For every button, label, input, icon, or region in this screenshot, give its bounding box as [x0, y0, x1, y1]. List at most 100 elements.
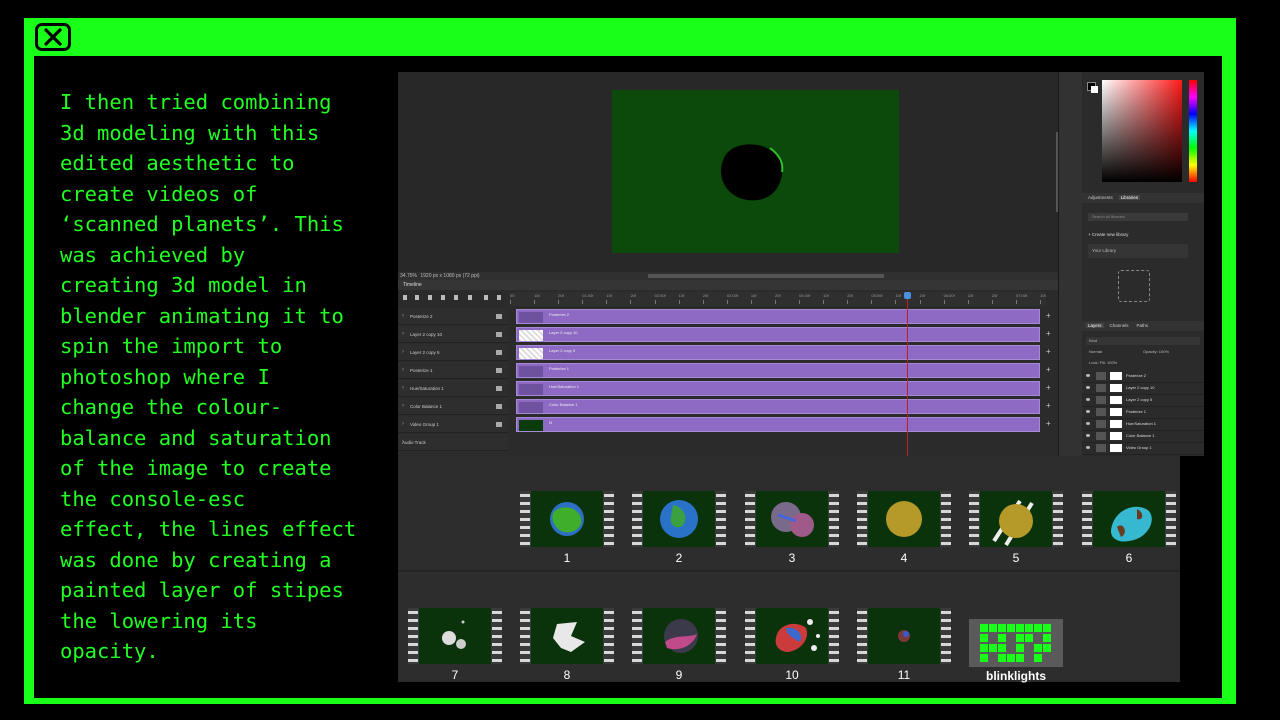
video-thumbnail-7[interactable] — [408, 608, 502, 664]
library-illustration-icon — [1118, 270, 1150, 302]
add-media-icon[interactable]: + — [1046, 420, 1051, 428]
video-thumbnail-3[interactable] — [745, 491, 839, 547]
add-media-icon[interactable]: + — [1046, 330, 1051, 338]
track-label[interactable]: Layer 2 copy 5 — [398, 344, 508, 361]
video-thumbnail-label: 2 — [675, 551, 683, 565]
create-library-link[interactable]: + Create new library — [1088, 232, 1128, 237]
track-label[interactable]: Posterize 2 — [398, 308, 508, 325]
video-thumbnail-label: 10 — [785, 668, 799, 682]
canvas-area — [398, 72, 1058, 272]
light-cell — [989, 624, 997, 632]
clip-thumbnail — [519, 402, 543, 413]
playhead-handle[interactable] — [904, 292, 911, 299]
ruler-tick: 10f — [606, 293, 612, 304]
time-ruler[interactable]: 00 10f 20f 01:00f 10f 20f 02:00f 10f 20f 03:00f 10… — [510, 292, 1046, 306]
layer-filter[interactable]: Kind — [1086, 337, 1200, 345]
playhead[interactable] — [907, 292, 908, 456]
video-thumbnail-8[interactable] — [520, 608, 614, 664]
film-strip-left — [857, 608, 867, 664]
track-label[interactable]: Posterize 1 — [398, 362, 508, 379]
timeline-track[interactable]: Layer 2 copy 5 Layer 2 copy 5 + — [398, 344, 1058, 361]
video-thumbnail-11[interactable] — [857, 608, 951, 664]
blend-mode-select[interactable]: Normal — [1089, 349, 1102, 354]
library-search-input[interactable]: Search all libraries — [1088, 213, 1188, 221]
light-cell — [1007, 654, 1015, 662]
timeline-clip[interactable]: Posterize 1 — [516, 363, 1040, 378]
timeline-clip[interactable]: Color Balance 1 — [516, 399, 1040, 414]
video-thumbnail-label: 5 — [1012, 551, 1020, 565]
track-menu-icon[interactable] — [496, 404, 502, 409]
video-thumbnail-2[interactable] — [632, 491, 726, 547]
video-thumbnail-6[interactable] — [1082, 491, 1176, 547]
track-menu-icon[interactable] — [496, 368, 502, 373]
panel-tab[interactable]: Libraries — [1118, 195, 1141, 200]
timeline-clip[interactable]: Layer 2 copy 10 — [516, 327, 1040, 342]
track-menu-icon[interactable] — [496, 332, 502, 337]
panel-tab[interactable]: Adjustments — [1086, 195, 1115, 200]
timeline-clip[interactable]: f4 — [516, 417, 1040, 432]
video-thumbnail-1[interactable] — [520, 491, 614, 547]
background-swatch[interactable] — [1091, 86, 1098, 93]
visibility-eye-icon[interactable] — [1086, 386, 1090, 389]
canvas-horizontal-scrollbar[interactable] — [648, 274, 884, 278]
visibility-eye-icon[interactable] — [1086, 410, 1090, 413]
timeline-clip[interactable]: Layer 2 copy 5 — [516, 345, 1040, 360]
track-menu-icon[interactable] — [496, 422, 502, 427]
first-frame-icon[interactable] — [403, 295, 407, 300]
ruler-tick: 10f — [534, 293, 540, 304]
add-media-icon[interactable]: + — [1046, 366, 1051, 374]
clip-name: Color Balance 1 — [549, 402, 578, 407]
video-thumbnail-4[interactable] — [857, 491, 951, 547]
hue-slider[interactable] — [1189, 80, 1197, 182]
close-button[interactable] — [35, 23, 71, 51]
track-menu-icon[interactable] — [496, 386, 502, 391]
light-cell — [1016, 634, 1024, 642]
timeline-track[interactable]: Color Balance 1 Color Balance 1 + — [398, 398, 1058, 415]
transition-icon[interactable] — [497, 295, 501, 300]
visibility-eye-icon[interactable] — [1086, 374, 1090, 377]
timeline-track[interactable]: Layer 2 copy 10 Layer 2 copy 10 + — [398, 326, 1058, 343]
lock-fill-row[interactable]: Lock: Fill: 100% — [1086, 359, 1200, 367]
track-label[interactable]: Layer 2 copy 10 — [398, 326, 508, 343]
layer-row[interactable]: Video Group 1 — [1082, 442, 1204, 455]
settings-icon[interactable] — [468, 295, 472, 300]
timeline-track[interactable]: Video Group 1 f4 + — [398, 416, 1058, 433]
play-icon[interactable] — [428, 295, 432, 300]
timeline-track[interactable]: Posterize 2 Posterize 2 + — [398, 308, 1058, 325]
panel-tab[interactable]: Layers — [1086, 323, 1104, 328]
timeline-track[interactable]: Posterize 1 Posterize 1 + — [398, 362, 1058, 379]
your-library-item[interactable]: Your Library — [1088, 244, 1188, 258]
video-thumbnail-5[interactable] — [969, 491, 1063, 547]
timeline-clip[interactable]: Posterize 2 — [516, 309, 1040, 324]
timeline-track[interactable]: Hue/Saturation 1 Hue/Saturation 1 + — [398, 380, 1058, 397]
audio-icon[interactable] — [454, 295, 458, 300]
video-thumbnail-10[interactable] — [745, 608, 839, 664]
track-menu-icon[interactable] — [496, 314, 502, 319]
visibility-eye-icon[interactable] — [1086, 398, 1090, 401]
panel-tab[interactable]: Paths — [1135, 323, 1151, 328]
track-menu-icon[interactable] — [496, 350, 502, 355]
video-thumbnail-9[interactable] — [632, 608, 726, 664]
prev-frame-icon[interactable] — [415, 295, 419, 300]
add-media-icon[interactable]: + — [1046, 402, 1051, 410]
document-canvas — [612, 90, 899, 253]
add-media-icon[interactable]: + — [1046, 384, 1051, 392]
track-label[interactable]: Color Balance 1 — [398, 398, 508, 415]
blinklights-thumbnail[interactable] — [969, 619, 1063, 667]
color-picker-field[interactable] — [1102, 80, 1182, 182]
audio-track[interactable]: Audio Track — [398, 434, 1058, 451]
track-label[interactable]: Hue/Saturation 1 — [398, 380, 508, 397]
layer-mask-thumbnail — [1110, 384, 1122, 392]
opacity-field[interactable]: Opacity: 100% — [1143, 349, 1169, 354]
next-frame-icon[interactable] — [441, 295, 445, 300]
timeline-clip[interactable]: Hue/Saturation 1 — [516, 381, 1040, 396]
track-label[interactable]: Video Group 1 — [398, 416, 508, 433]
visibility-eye-icon[interactable] — [1086, 446, 1090, 449]
ruler-tick: 20f — [558, 293, 564, 304]
add-media-icon[interactable]: + — [1046, 348, 1051, 356]
add-media-icon[interactable]: + — [1046, 312, 1051, 320]
panel-tab[interactable]: Channels — [1108, 323, 1131, 328]
visibility-eye-icon[interactable] — [1086, 422, 1090, 425]
visibility-eye-icon[interactable] — [1086, 434, 1090, 437]
split-icon[interactable] — [484, 295, 488, 300]
